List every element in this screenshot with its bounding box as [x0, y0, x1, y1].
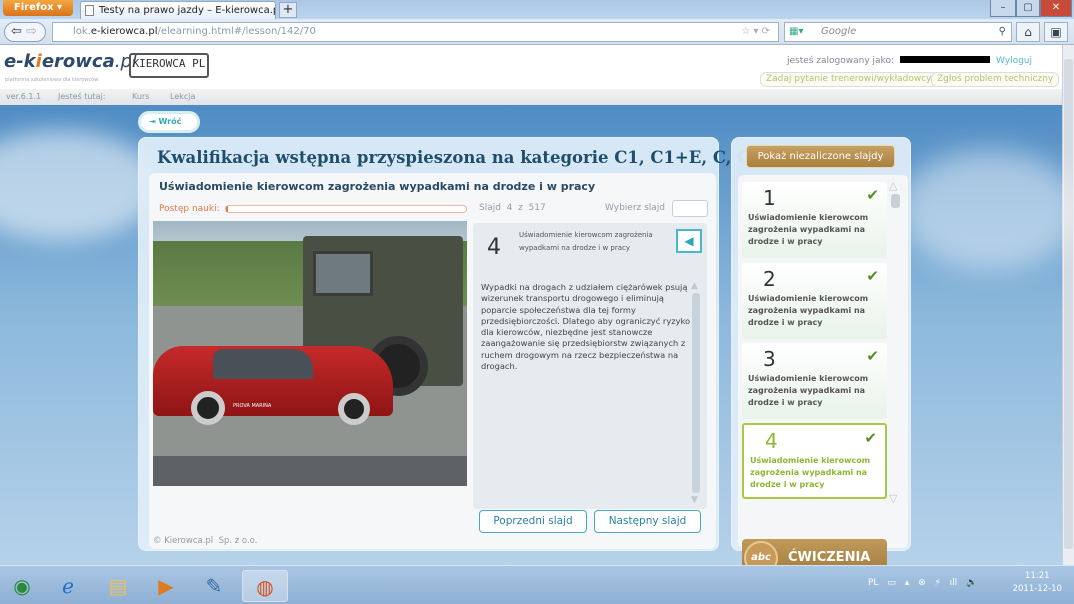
browser-tab[interactable]: Testy na prawo jazdy – E-kierowca.pl - P…	[80, 1, 276, 19]
title-bar: Firefox ▾ Testy na prawo jazdy – E-kiero…	[0, 0, 1074, 19]
maximize-button[interactable]: ▢	[1016, 0, 1040, 17]
scroll-up-icon[interactable]: ▲	[691, 281, 698, 291]
firefox-taskbar-icon[interactable]: ◍	[242, 570, 288, 602]
logo-subtitle: platforma szkoleniowa dla kierowców	[5, 77, 99, 83]
copyright: © Kierowca.pl Sp. z o.o.	[153, 536, 258, 546]
breadcrumb-label: Jesteś tutaj:	[58, 92, 106, 101]
clock[interactable]: 11:21 2011-12-10	[1013, 570, 1062, 596]
slide-counter: Slajd 4 z 517	[479, 203, 546, 213]
back-arrow-icon[interactable]: ⇦	[11, 24, 22, 39]
back-forward-buttons[interactable]: ⇦ ⇨	[4, 22, 46, 42]
url-path: /elearning.html#/lesson/142/70	[157, 26, 316, 37]
lesson-title: Uświadomienie kierowcom zagrożenia wypad…	[159, 180, 596, 193]
slide-photo: PROVA MARINA	[153, 221, 467, 486]
scroll-down-icon[interactable]: ▽	[889, 492, 897, 505]
logout-link[interactable]: Wyloguj	[996, 56, 1032, 66]
system-tray: PL ▭ ▴ ⊗ ⚡ ıll 🔈	[868, 578, 977, 588]
back-button[interactable]: ⇥ Wróć	[138, 111, 200, 133]
google-icon: ▦▾	[789, 26, 804, 37]
navigation-bar: ⇦ ⇨ lok.e-kierowca.pl/elearning.html#/le…	[0, 19, 1074, 45]
bookmarks-menu-icon[interactable]: ▣	[1044, 22, 1068, 42]
checkmark-icon: ✔	[864, 429, 877, 447]
scroll-up-icon[interactable]: △	[889, 179, 897, 192]
page-icon	[85, 5, 94, 16]
slide-list: 1 ✔ Uświadomienie kierowcom zagrożenia wyp…	[738, 175, 908, 577]
show-failed-slides-button[interactable]: Pokaż niezaliczone slajdy	[746, 145, 895, 168]
internet-explorer-icon[interactable]: ℯ	[48, 570, 88, 602]
minimize-button[interactable]: –	[990, 0, 1016, 17]
course-title: Kwalifikacja wstępna przyspieszona na ka…	[157, 148, 777, 167]
ask-trainer-button[interactable]: Zadaj pytanie trenerowi/wykładowcy	[760, 72, 938, 87]
forward-arrow-icon[interactable]: ⇨	[26, 24, 37, 39]
version-label: ver.6.1.1	[6, 92, 42, 101]
cloud	[900, 150, 1074, 270]
speaker-icon[interactable]: ◀	[676, 229, 702, 253]
explorer-folder-icon[interactable]: ▤	[98, 570, 138, 602]
taskbar: ◉ ℯ ▤ ▶ ✎ ◍ PL ▭ ▴ ⊗ ⚡ ıll 🔈 11:21 2011-1…	[0, 565, 1074, 604]
slide-list-item[interactable]: 2 ✔ Uświadomienie kierowcom zagrożenia wyp…	[742, 263, 887, 339]
breadcrumb-kurs[interactable]: Kurs	[132, 89, 149, 105]
tray-icons[interactable]: ▭ ▴ ⊗ ⚡ ıll 🔈	[887, 578, 977, 588]
start-button-icon[interactable]: ◉	[2, 570, 42, 602]
progress-bar	[225, 205, 467, 213]
slide-title: Uświadomienie kierowcom zagrożenia wypad…	[519, 231, 653, 252]
slide-card: 4 Uświadomienie kierowcom zagrożenia wyp…	[473, 223, 707, 509]
app-icon[interactable]: ✎	[194, 570, 234, 602]
slides-sidebar: Pokaż niezaliczone slajdy 1 ✔ Uświadomieni…	[731, 137, 911, 577]
new-tab-button[interactable]: +	[279, 2, 297, 18]
lesson-content: Uświadomienie kierowcom zagrożenia wypad…	[149, 173, 716, 549]
slide-text: Wypadki na drogach z udziałem ciężarówek…	[481, 282, 691, 372]
lesson-panel: Kwalifikacja wstępna przyspieszona na ka…	[138, 137, 777, 551]
checkmark-icon: ✔	[866, 347, 879, 365]
slide-list-scrollbar[interactable]: △ ▽	[889, 179, 903, 505]
logged-in-label: jesteś zalogowany jako:	[786, 56, 894, 66]
language-indicator[interactable]: PL	[868, 578, 878, 588]
next-slide-button[interactable]: Następny slajd	[594, 510, 701, 533]
search-placeholder: Google	[821, 26, 857, 37]
close-button[interactable]: ✕	[1040, 0, 1072, 17]
magnifier-icon[interactable]: ⚲	[999, 23, 1006, 41]
firefox-menu-button[interactable]: Firefox ▾	[3, 0, 73, 16]
page-scrollbar[interactable]	[1062, 45, 1074, 565]
slide-list-item-active[interactable]: 4 ✔ Uświadomienie kierowcom zagrożenia wyp…	[742, 423, 887, 499]
scroll-down-icon[interactable]: ▼	[691, 495, 698, 505]
media-player-icon[interactable]: ▶	[146, 570, 186, 602]
url-prefix: lok.	[73, 26, 91, 37]
url-bar[interactable]: lok.e-kierowca.pl/elearning.html#/lesson…	[52, 22, 779, 42]
search-input[interactable]: ▦▾ Google ⚲	[784, 22, 1012, 42]
breadcrumb: ver.6.1.1 Jesteś tutaj: Kurs Lekcja	[0, 89, 1062, 105]
exit-icon: ⇥	[149, 117, 159, 126]
bookmark-star-icon[interactable]: ☆ ▾ ⟳	[741, 23, 770, 41]
choose-slide-label: Wybierz slajd	[605, 203, 666, 213]
car-sticker-text: PROVA MARINA	[233, 403, 272, 409]
home-icon[interactable]: ⌂	[1016, 22, 1040, 42]
report-problem-button[interactable]: Zgłoś problem techniczny	[931, 72, 1060, 87]
slide-number: 4	[487, 235, 501, 260]
slide-list-item[interactable]: 3 ✔ Uświadomienie kierowcom zagrożenia wyp…	[742, 343, 887, 419]
kierowca-plate-logo: KIEROWCA PL	[129, 53, 209, 78]
tab-title: Testy na prawo jazdy – E-kierowca.pl - P…	[99, 5, 276, 16]
login-status: jesteś zalogowany jako: Wyloguj	[787, 56, 1032, 66]
slide-text-scrollbar[interactable]: ▲ ▼	[691, 281, 701, 506]
checkmark-icon: ✔	[866, 267, 879, 285]
breadcrumb-lekcja[interactable]: Lekcja	[170, 89, 195, 105]
choose-slide-input[interactable]	[672, 200, 708, 217]
redacted-username	[900, 56, 990, 63]
progress-fill	[226, 206, 229, 212]
site-logo[interactable]: e-kierowca.pl	[4, 51, 137, 72]
url-domain: e-kierowca.pl	[90, 26, 158, 37]
slide-list-item[interactable]: 1 ✔ Uświadomienie kierowcom zagrożenia wyp…	[742, 182, 887, 258]
site-header: e-kierowca.pl platforma szkoleniowa dla …	[0, 45, 1062, 89]
progress-label: Postęp nauki:	[159, 204, 220, 214]
prev-slide-button[interactable]: Poprzedni slajd	[479, 510, 587, 533]
checkmark-icon: ✔	[866, 186, 879, 204]
